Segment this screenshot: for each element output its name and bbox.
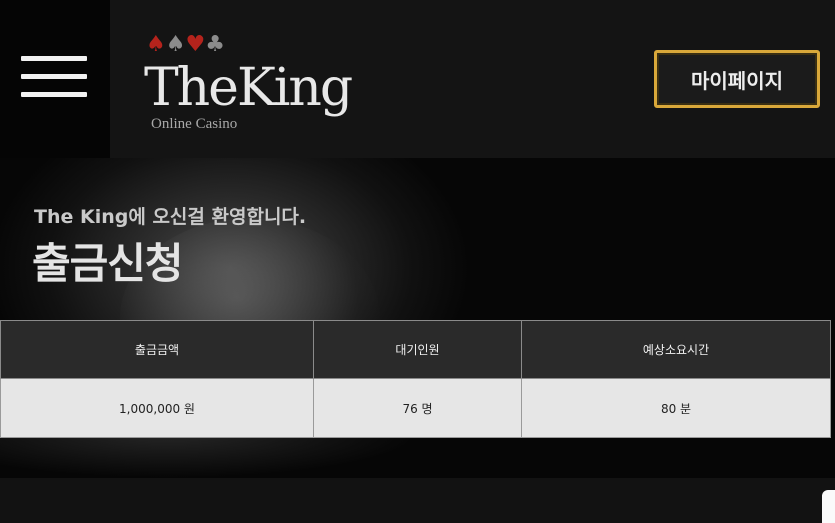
withdrawal-amount-value: 1,000,000 원	[0, 378, 314, 438]
hamburger-menu-icon[interactable]	[21, 56, 87, 61]
header-estimated-time: 예상소요시간	[521, 320, 831, 379]
bottom-section	[0, 478, 835, 523]
club-icon: ♣	[205, 32, 225, 57]
withdrawal-info-table: 출금금액 대기인원 예상소요시간 1,000,000 원 76 명 80 분	[0, 320, 831, 438]
mypage-button[interactable]: 마이페이지	[654, 50, 820, 108]
spade-icon: ♠	[165, 32, 186, 57]
table-header-row: 출금금액 대기인원 예상소요시간	[0, 320, 831, 379]
header-queue-count: 대기인원	[313, 320, 522, 379]
site-logo[interactable]: ♠♠♥♣ TheKing Online Casino	[140, 30, 380, 140]
page-title: 출금신청	[32, 239, 184, 288]
hamburger-menu-button[interactable]	[0, 0, 110, 158]
estimated-time-value: 80 분	[521, 378, 831, 438]
heart-icon: ♥	[185, 32, 206, 57]
queue-count-value: 76 명	[313, 378, 522, 438]
hamburger-menu-icon-bar[interactable]	[21, 74, 87, 79]
spade-icon: ♠	[146, 32, 166, 57]
scroll-edge	[822, 490, 835, 523]
logo-title: TheKing	[144, 58, 353, 118]
welcome-text: The King에 오신걸 환영합니다.	[34, 206, 307, 228]
header-withdrawal-amount: 출금금액	[0, 320, 314, 379]
logo-subtitle: Online Casino	[151, 116, 238, 132]
hamburger-menu-icon-bar[interactable]	[21, 92, 87, 97]
table-row: 1,000,000 원 76 명 80 분	[0, 378, 831, 438]
card-suits-icon: ♠♠♥♣	[146, 32, 225, 58]
top-header: ♠♠♥♣ TheKing Online Casino 마이페이지	[0, 0, 835, 158]
